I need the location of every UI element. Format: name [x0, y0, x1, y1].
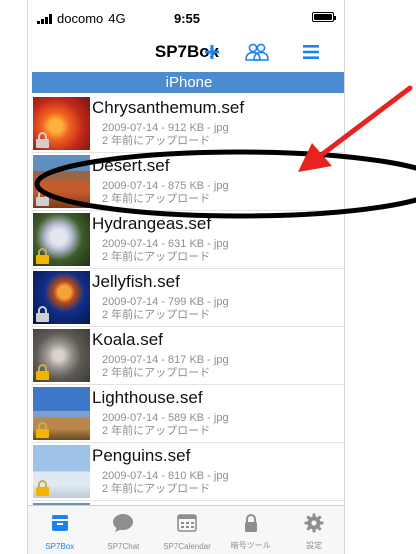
- lock-icon: [36, 364, 49, 380]
- file-details: 2009-07-14 - 817 KB - jpg: [102, 354, 229, 366]
- box-icon: [51, 515, 68, 531]
- lock-icon: [36, 422, 49, 438]
- file-name: Jellyfish.sef: [92, 272, 180, 291]
- lock-icon: [36, 248, 49, 264]
- upload-time: 2 年前にアップロード: [102, 309, 211, 321]
- thumbnail-jellyfish: [33, 271, 90, 324]
- plus-icon: [205, 45, 219, 59]
- upload-time: 2 年前にアップロード: [102, 367, 211, 379]
- file-name: Desert.sef: [92, 156, 170, 175]
- users-icon: [245, 43, 269, 61]
- status-time: 9:55: [173, 11, 201, 26]
- gear-icon: [304, 513, 324, 533]
- tab-label: 暗号ツール: [230, 541, 271, 550]
- file-name: Koala.sef: [92, 330, 163, 349]
- thumbnail-desert: [33, 155, 90, 208]
- file-meta: 2009-07-14 - 589 KB - jpg 2 年前にアップロード: [102, 412, 229, 438]
- list-item[interactable]: Koala.sef 2009-07-14 - 817 KB - jpg 2 年前…: [32, 327, 344, 385]
- thumbnail-penguins: [33, 445, 90, 498]
- file-details: 2009-07-14 - 875 KB - jpg: [102, 180, 229, 192]
- file-details: 2009-07-14 - 589 KB - jpg: [102, 412, 229, 424]
- lock-icon: [36, 306, 49, 322]
- hamburger-icon: [303, 45, 319, 59]
- lock-icon: [244, 514, 257, 532]
- tab-label: SP7Chat: [107, 542, 140, 551]
- file-meta: 2009-07-14 - 875 KB - jpg 2 年前にアップロード: [102, 180, 229, 206]
- list-item[interactable]: Jellyfish.sef 2009-07-14 - 799 KB - jpg …: [32, 269, 344, 327]
- file-name: Chrysanthemum.sef: [92, 98, 245, 117]
- page-title: SP7Box: [154, 42, 220, 61]
- tab-sp7chat[interactable]: SP7Chat: [92, 506, 156, 554]
- tab-crypto-tools[interactable]: 暗号ツール: [219, 506, 283, 554]
- upload-time: 2 年前にアップロード: [102, 425, 211, 437]
- lock-icon: [36, 190, 49, 206]
- file-meta: 2009-07-14 - 631 KB - jpg 2 年前にアップロード: [102, 238, 229, 264]
- file-name: Lighthouse.sef: [92, 388, 203, 407]
- file-meta: 2009-07-14 - 912 KB - jpg 2 年前にアップロード: [102, 122, 229, 148]
- file-list[interactable]: Chrysanthemum.sef 2009-07-14 - 912 KB - …: [32, 95, 344, 505]
- thumbnail-hydrangeas: [33, 213, 90, 266]
- list-item[interactable]: Hydrangeas.sef 2009-07-14 - 631 KB - jpg…: [32, 211, 344, 269]
- file-details: 2009-07-14 - 799 KB - jpg: [102, 296, 229, 308]
- chat-bubble-icon: [113, 514, 134, 532]
- tab-sp7box[interactable]: SP7Box: [28, 506, 92, 554]
- tab-label: SP7Box: [45, 542, 75, 551]
- phone-screen: docomo 4G 9:55 SP7Box iPhone Chrysanthem…: [27, 0, 345, 554]
- menu-button[interactable]: [300, 40, 322, 64]
- lock-icon: [36, 480, 49, 496]
- lock-icon: [36, 132, 49, 148]
- tab-label: 設定: [306, 541, 323, 550]
- file-meta: 2009-07-14 - 799 KB - jpg 2 年前にアップロード: [102, 296, 229, 322]
- list-item[interactable]: Penguins.sef 2009-07-14 - 810 KB - jpg 2…: [32, 443, 344, 501]
- tab-sp7calendar[interactable]: SP7Calendar: [155, 506, 219, 554]
- tab-bar: SP7Box SP7Chat SP7Calendar 暗号ツール 設定: [28, 505, 344, 554]
- thumbnail-chrysanthemum: [33, 97, 90, 150]
- status-bar: docomo 4G 9:55: [28, 0, 344, 34]
- file-name: Penguins.sef: [92, 446, 191, 465]
- list-item[interactable]: Desert.sef 2009-07-14 - 875 KB - jpg 2 年…: [32, 153, 344, 211]
- file-details: 2009-07-14 - 631 KB - jpg: [102, 238, 229, 250]
- tab-label: SP7Calendar: [163, 542, 211, 551]
- calendar-icon: [177, 514, 197, 532]
- add-button[interactable]: [200, 40, 224, 64]
- share-members-button[interactable]: [242, 40, 272, 64]
- thumbnail-lighthouse: [33, 387, 90, 440]
- section-header: iPhone: [32, 72, 344, 93]
- tab-settings[interactable]: 設定: [282, 506, 344, 554]
- file-details: 2009-07-14 - 810 KB - jpg: [102, 470, 229, 482]
- upload-time: 2 年前にアップロード: [102, 483, 211, 495]
- list-item[interactable]: Lighthouse.sef 2009-07-14 - 589 KB - jpg…: [32, 385, 344, 443]
- file-details: 2009-07-14 - 912 KB - jpg: [102, 122, 229, 134]
- file-meta: 2009-07-14 - 810 KB - jpg 2 年前にアップロード: [102, 470, 229, 496]
- file-meta: 2009-07-14 - 817 KB - jpg 2 年前にアップロード: [102, 354, 229, 380]
- list-item[interactable]: Chrysanthemum.sef 2009-07-14 - 912 KB - …: [32, 95, 344, 153]
- upload-time: 2 年前にアップロード: [102, 193, 211, 205]
- upload-time: 2 年前にアップロード: [102, 251, 211, 263]
- navigation-bar: SP7Box: [28, 34, 344, 70]
- thumbnail-koala: [33, 329, 90, 382]
- file-name: Hydrangeas.sef: [92, 214, 212, 233]
- upload-time: 2 年前にアップロード: [102, 135, 211, 147]
- battery-icon: [312, 12, 336, 22]
